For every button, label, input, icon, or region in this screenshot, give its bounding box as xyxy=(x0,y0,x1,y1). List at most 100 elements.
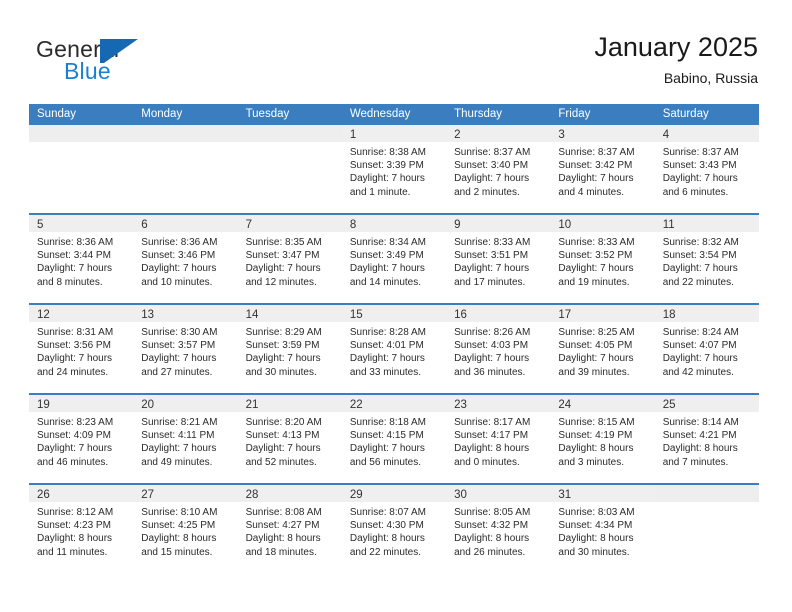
day-details: Sunrise: 8:26 AM Sunset: 4:03 PM Daylight:… xyxy=(446,322,550,379)
day-number-band: 29 xyxy=(341,485,447,502)
day-details: Sunrise: 8:36 AM Sunset: 3:44 PM Daylight:… xyxy=(29,232,133,289)
day-detail-line: and 1 minute. xyxy=(349,186,411,198)
day-number: 28 xyxy=(245,489,259,501)
calendar-day-cell[interactable]: 28 Sunrise: 8:08 AM Sunset: 4:27 PM Dayligh… xyxy=(237,485,342,573)
day-detail-line: Sunrise: 8:29 AM xyxy=(245,327,322,338)
day-number-band: 6 xyxy=(133,215,238,232)
day-number: 4 xyxy=(662,129,670,141)
day-number-band: 13 xyxy=(133,305,238,322)
day-details xyxy=(655,502,759,506)
calendar-week-row: 26 Sunrise: 8:12 AM Sunset: 4:23 PM Dayligh… xyxy=(29,483,759,573)
calendar-day-cell[interactable]: 16 Sunrise: 8:26 AM Sunset: 4:03 PM Dayligh… xyxy=(446,305,551,393)
day-detail-line: Daylight: 7 hours xyxy=(662,353,738,365)
day-details: Sunrise: 8:32 AM Sunset: 3:54 PM Daylight:… xyxy=(655,232,759,289)
calendar-day-cell[interactable]: 18 Sunrise: 8:24 AM Sunset: 4:07 PM Dayligh… xyxy=(654,305,759,393)
day-number-band xyxy=(654,485,759,502)
calendar-day-cell[interactable]: 12 Sunrise: 8:31 AM Sunset: 3:56 PM Dayligh… xyxy=(29,305,134,393)
day-detail-line: Daylight: 8 hours xyxy=(37,533,113,545)
day-details: Sunrise: 8:33 AM Sunset: 3:52 PM Daylight:… xyxy=(550,232,654,289)
day-detail-line: Sunrise: 8:37 AM xyxy=(558,147,635,158)
calendar-day-cell[interactable]: 26 Sunrise: 8:12 AM Sunset: 4:23 PM Dayligh… xyxy=(29,485,134,573)
day-detail-line: Sunrise: 8:28 AM xyxy=(349,327,426,338)
day-detail-line: and 36 minutes. xyxy=(454,366,526,378)
day-number: 13 xyxy=(141,309,155,321)
calendar-day-cell[interactable]: 11 Sunrise: 8:32 AM Sunset: 3:54 PM Dayligh… xyxy=(654,215,759,303)
day-detail-line: and 15 minutes. xyxy=(141,546,213,558)
day-details: Sunrise: 8:25 AM Sunset: 4:05 PM Daylight:… xyxy=(550,322,654,379)
calendar-day-cell[interactable]: 27 Sunrise: 8:10 AM Sunset: 4:25 PM Dayligh… xyxy=(133,485,238,573)
day-number: 27 xyxy=(141,489,155,501)
day-detail-line: Sunset: 4:03 PM xyxy=(454,340,529,352)
calendar-day-cell[interactable]: 24 Sunrise: 8:15 AM Sunset: 4:19 PM Dayligh… xyxy=(550,395,655,483)
calendar-day-cell[interactable]: 29 Sunrise: 8:07 AM Sunset: 4:30 PM Dayligh… xyxy=(341,485,447,573)
day-detail-line: Sunset: 4:09 PM xyxy=(37,430,111,442)
day-number-band: 10 xyxy=(550,215,655,232)
calendar-day-cell[interactable]: 17 Sunrise: 8:25 AM Sunset: 4:05 PM Dayligh… xyxy=(550,305,655,393)
day-number-band: 23 xyxy=(446,395,551,412)
day-details: Sunrise: 8:29 AM Sunset: 3:59 PM Daylight:… xyxy=(238,322,342,379)
day-detail-line: Daylight: 7 hours xyxy=(37,443,113,455)
day-detail-line: Sunset: 3:42 PM xyxy=(558,160,633,172)
day-detail-line: Sunset: 3:44 PM xyxy=(37,250,111,262)
calendar-day-cell[interactable]: 20 Sunrise: 8:21 AM Sunset: 4:11 PM Dayligh… xyxy=(133,395,238,483)
day-number-band: 8 xyxy=(341,215,447,232)
day-detail-line: Sunrise: 8:30 AM xyxy=(141,327,218,338)
day-detail-line: Sunset: 4:17 PM xyxy=(454,430,529,442)
day-detail-line: Sunrise: 8:32 AM xyxy=(662,237,739,248)
calendar-day-cell[interactable]: 23 Sunrise: 8:17 AM Sunset: 4:17 PM Dayligh… xyxy=(446,395,551,483)
day-detail-line: Sunrise: 8:25 AM xyxy=(558,327,635,338)
calendar-day-cell[interactable]: 8 Sunrise: 8:34 AM Sunset: 3:49 PM Daylight… xyxy=(341,215,447,303)
calendar-day-cell[interactable]: 14 Sunrise: 8:29 AM Sunset: 3:59 PM Dayligh… xyxy=(237,305,342,393)
calendar-day-cell[interactable]: 13 Sunrise: 8:30 AM Sunset: 3:57 PM Dayligh… xyxy=(133,305,238,393)
day-details: Sunrise: 8:37 AM Sunset: 3:40 PM Daylight:… xyxy=(446,142,550,199)
calendar-day-cell[interactable]: 6 Sunrise: 8:36 AM Sunset: 3:46 PM Daylight… xyxy=(133,215,238,303)
calendar-day-cell[interactable]: 31 Sunrise: 8:03 AM Sunset: 4:34 PM Dayligh… xyxy=(550,485,655,573)
day-detail-line: Sunset: 4:13 PM xyxy=(245,430,320,442)
calendar-day-cell[interactable]: 21 Sunrise: 8:20 AM Sunset: 4:13 PM Dayligh… xyxy=(237,395,342,483)
day-number-band: 31 xyxy=(550,485,655,502)
calendar-day-cell[interactable]: 5 Sunrise: 8:36 AM Sunset: 3:44 PM Daylight… xyxy=(29,215,134,303)
calendar-week-row: 12 Sunrise: 8:31 AM Sunset: 3:56 PM Dayligh… xyxy=(29,303,759,393)
day-detail-line: Sunrise: 8:03 AM xyxy=(558,507,635,518)
day-detail-line: Sunset: 3:40 PM xyxy=(454,160,529,172)
day-detail-line: Sunset: 3:47 PM xyxy=(245,250,320,262)
calendar-page: General Blue January 2025 Babino, Russia… xyxy=(0,0,792,612)
day-detail-line: and 4 minutes. xyxy=(558,186,625,198)
day-detail-line: Sunrise: 8:35 AM xyxy=(245,237,322,248)
day-detail-line: Daylight: 8 hours xyxy=(558,443,634,455)
day-detail-line: Daylight: 7 hours xyxy=(662,263,738,275)
calendar-day-cell[interactable]: 25 Sunrise: 8:14 AM Sunset: 4:21 PM Dayligh… xyxy=(654,395,759,483)
day-detail-line: Daylight: 8 hours xyxy=(558,533,634,545)
calendar-day-cell[interactable]: 4 Sunrise: 8:37 AM Sunset: 3:43 PM Daylight… xyxy=(654,125,759,213)
day-detail-line: and 12 minutes. xyxy=(245,276,317,288)
day-detail-line: Daylight: 7 hours xyxy=(141,263,217,275)
calendar-day-cell[interactable]: 15 Sunrise: 8:28 AM Sunset: 4:01 PM Dayligh… xyxy=(341,305,447,393)
day-number-band: 18 xyxy=(654,305,759,322)
day-details: Sunrise: 8:34 AM Sunset: 3:49 PM Daylight:… xyxy=(342,232,446,289)
general-blue-logo[interactable]: General Blue xyxy=(36,36,216,88)
day-number-band: 7 xyxy=(237,215,342,232)
calendar-day-cell[interactable]: 2 Sunrise: 8:37 AM Sunset: 3:40 PM Daylight… xyxy=(446,125,551,213)
calendar-day-cell[interactable]: 1 Sunrise: 8:38 AM Sunset: 3:39 PM Daylight… xyxy=(341,125,447,213)
day-detail-line: Sunset: 3:39 PM xyxy=(349,160,424,172)
day-details xyxy=(29,142,133,146)
calendar-weeks: 1 Sunrise: 8:38 AM Sunset: 3:39 PM Daylight… xyxy=(29,125,759,573)
calendar-day-cell[interactable]: 7 Sunrise: 8:35 AM Sunset: 3:47 PM Daylight… xyxy=(237,215,342,303)
calendar-day-cell[interactable]: 30 Sunrise: 8:05 AM Sunset: 4:32 PM Dayligh… xyxy=(446,485,551,573)
day-detail-line: and 49 minutes. xyxy=(141,456,213,468)
day-detail-line: Sunset: 4:21 PM xyxy=(662,430,737,442)
day-details: Sunrise: 8:30 AM Sunset: 3:57 PM Daylight:… xyxy=(133,322,237,379)
day-detail-line: and 30 minutes. xyxy=(245,366,317,378)
calendar-day-cell[interactable]: 19 Sunrise: 8:23 AM Sunset: 4:09 PM Dayligh… xyxy=(29,395,134,483)
day-details: Sunrise: 8:36 AM Sunset: 3:46 PM Daylight:… xyxy=(133,232,237,289)
day-number-band: 5 xyxy=(29,215,134,232)
day-number-band: 28 xyxy=(237,485,342,502)
day-details: Sunrise: 8:35 AM Sunset: 3:47 PM Daylight:… xyxy=(238,232,342,289)
day-details: Sunrise: 8:10 AM Sunset: 4:25 PM Daylight:… xyxy=(133,502,237,559)
day-detail-line: Sunset: 4:01 PM xyxy=(349,340,424,352)
calendar-day-cell[interactable]: 22 Sunrise: 8:18 AM Sunset: 4:15 PM Dayligh… xyxy=(341,395,447,483)
calendar-day-cell[interactable]: 10 Sunrise: 8:33 AM Sunset: 3:52 PM Dayligh… xyxy=(550,215,655,303)
calendar-day-cell[interactable]: 9 Sunrise: 8:33 AM Sunset: 3:51 PM Daylight… xyxy=(446,215,551,303)
calendar-day-cell[interactable]: 3 Sunrise: 8:37 AM Sunset: 3:42 PM Daylight… xyxy=(550,125,655,213)
day-details: Sunrise: 8:14 AM Sunset: 4:21 PM Daylight:… xyxy=(655,412,759,469)
